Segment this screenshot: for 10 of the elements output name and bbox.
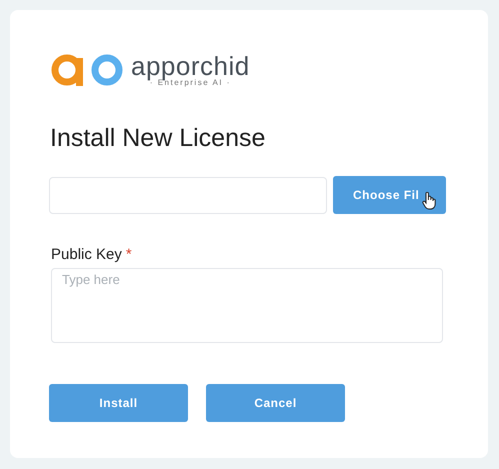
choose-file-button[interactable]: Choose Fil [333, 176, 446, 214]
public-key-field[interactable]: Type here [51, 268, 443, 343]
hand-cursor-icon [422, 192, 436, 210]
file-name-field[interactable] [49, 176, 327, 214]
logo-icon [51, 54, 125, 86]
cancel-button[interactable]: Cancel [206, 384, 345, 422]
install-button[interactable]: Install [49, 384, 188, 422]
required-mark: * [126, 246, 132, 263]
page-title: Install New License [50, 124, 266, 153]
public-key-label: Public Key [51, 246, 122, 263]
